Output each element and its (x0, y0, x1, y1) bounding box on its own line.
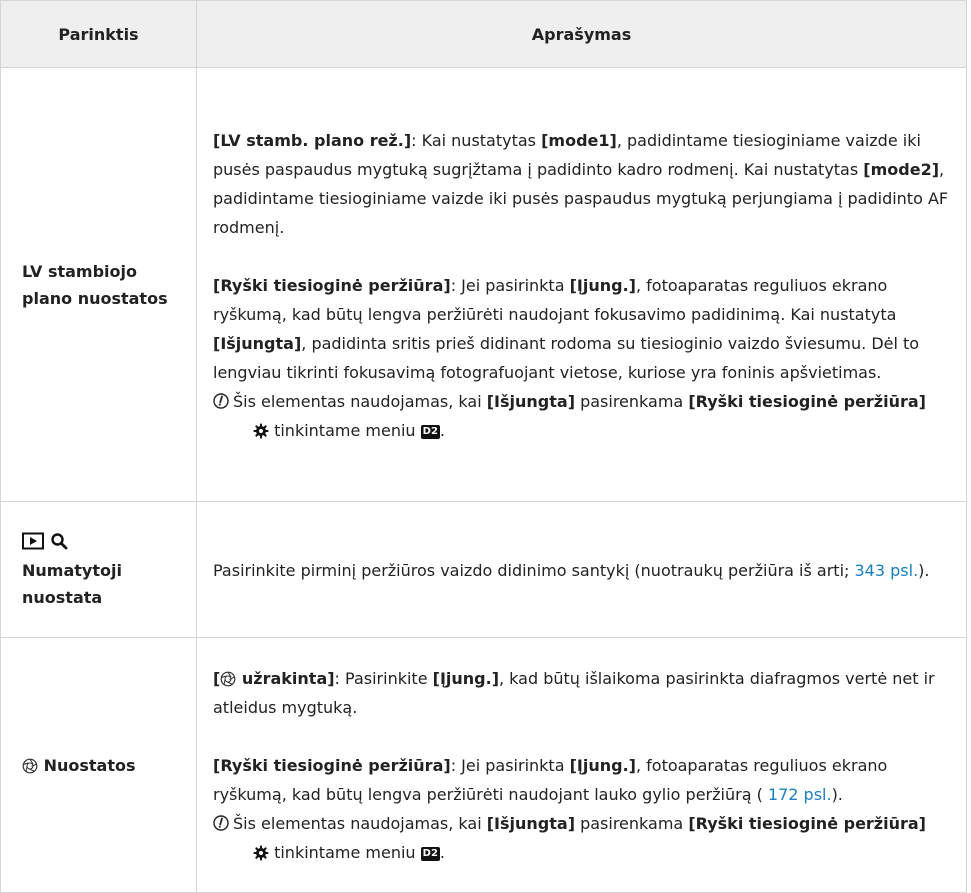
note-paragraph: Šis elementas naudojamas, kai [Išjungta]… (213, 387, 952, 445)
table-row: LV stambiojo plano nuostatos [LV stamb. … (0, 67, 967, 502)
page-link[interactable]: 172 psl. (763, 785, 832, 804)
magnify-icon (50, 533, 67, 550)
lv-mode-paragraph: [LV stamb. plano rež.]: Kai nustatytas [… (213, 130, 949, 237)
page-link[interactable]: 343 psl. (855, 561, 919, 580)
table-header-row: Parinktis Aprašymas (0, 0, 967, 68)
description-cell: [ užrakinta]: Pasirinkite [Įjung.], kad … (196, 637, 967, 893)
table-row: Numatytoji nuostata Pasirinkite pirminį … (0, 501, 967, 638)
playback-icon (22, 532, 44, 550)
option-cell: Numatytoji nuostata (0, 501, 197, 638)
description-cell: Pasirinkite pirminį peržiūros vaizdo did… (196, 501, 967, 638)
gear-icon (253, 423, 269, 438)
live-view-boost-paragraph: [Ryški tiesioginė peržiūra]: Jei pasirin… (213, 756, 888, 804)
note-icon (213, 815, 229, 831)
custom-menu-d2-icon: D2 (420, 847, 440, 861)
custom-menu-d2-icon: D2 (420, 424, 440, 439)
settings-table: Parinktis Aprašymas LV stambiojo plano n… (0, 0, 967, 893)
gear-icon (253, 845, 269, 861)
aperture-icon (22, 758, 38, 773)
header-option: Parinktis (0, 0, 197, 68)
live-view-boost-paragraph: [Ryški tiesioginė peržiūra]: Jei pasirin… (213, 275, 920, 382)
aperture-lock-paragraph: [ užrakinta]: Pasirinkite [Įjung.], kad … (213, 669, 935, 717)
aperture-icon (220, 671, 236, 687)
header-description: Aprašymas (196, 0, 967, 68)
description-cell: [LV stamb. plano rež.]: Kai nustatytas [… (196, 67, 967, 502)
note-paragraph: Šis elementas naudojamas, kai [Išjungta]… (213, 809, 952, 867)
note-icon (213, 392, 229, 409)
table-row: Nuostatos [ užrakinta]: Pasirinkite [Įju… (0, 637, 967, 893)
option-cell: Nuostatos (0, 637, 197, 893)
option-cell: LV stambiojo plano nuostatos (0, 67, 197, 502)
